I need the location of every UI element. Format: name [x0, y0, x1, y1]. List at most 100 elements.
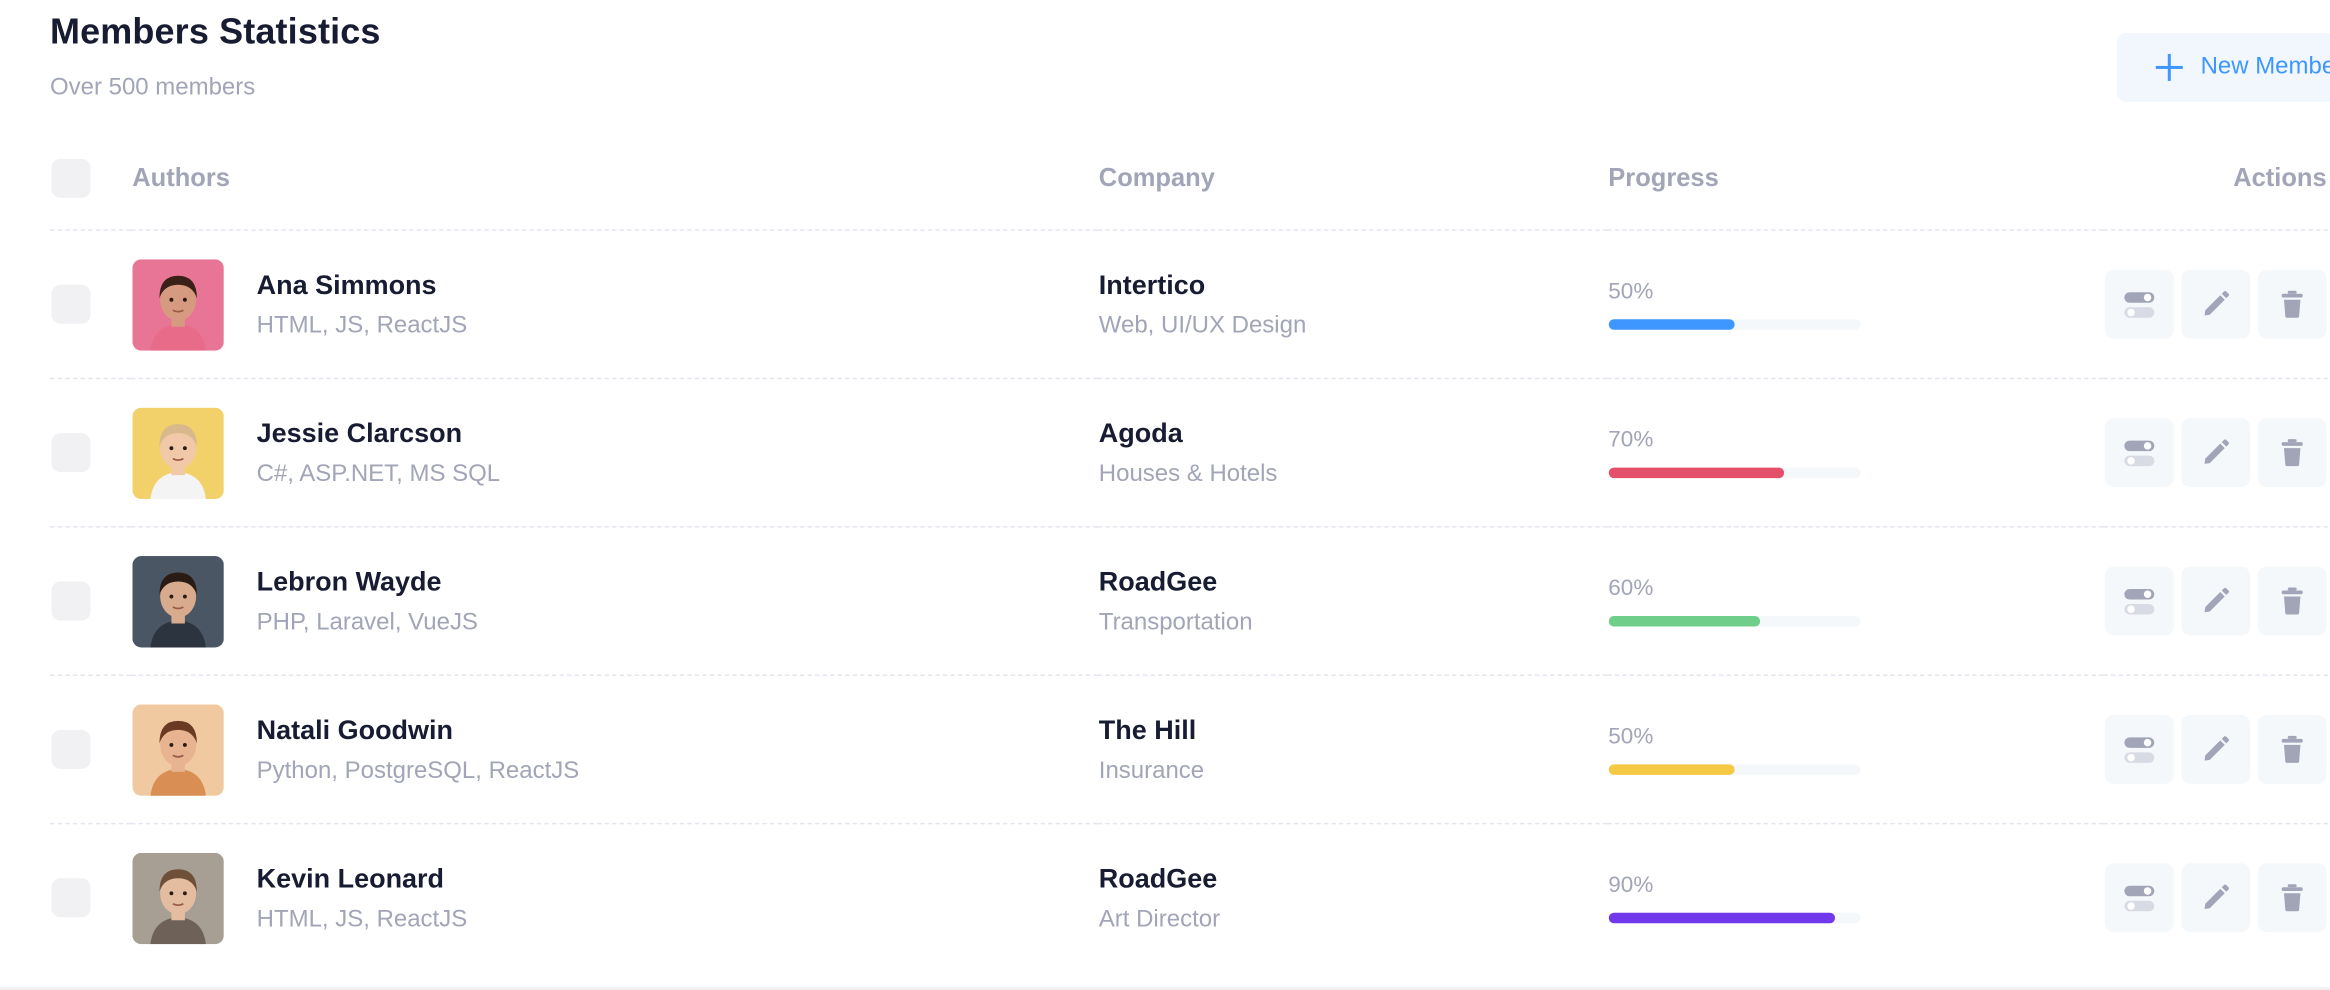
author-name[interactable]: Kevin Leonard: [257, 863, 468, 894]
avatar[interactable]: [132, 258, 224, 350]
toggle-icon: [2124, 885, 2155, 912]
progress-bar: [1608, 616, 1861, 627]
author-skills: HTML, JS, ReactJS: [256, 312, 468, 338]
pencil-icon: [2204, 884, 2230, 910]
title-block: Members Statistics Over 500 members: [50, 12, 381, 102]
card-header: Members Statistics Over 500 members New …: [50, 0, 2330, 126]
table-row: Jessie Clarcson C#, ASP.NET, MS SQL Agod…: [50, 378, 2329, 528]
author-cell: Natali Goodwin Python, PostgreSQL, React…: [132, 703, 1096, 796]
column-actions: Actions: [2103, 125, 2329, 231]
avatar-portrait: [132, 406, 224, 499]
author-cell: Kevin Leonard HTML, JS, ReactJS: [132, 852, 1096, 944]
row-checkbox[interactable]: [51, 878, 91, 918]
company-type: Houses & Hotels: [1098, 460, 1278, 487]
toggle-button[interactable]: [2104, 863, 2174, 933]
table-row: Kevin Leonard HTML, JS, ReactJS RoadGee …: [50, 824, 2328, 972]
progress-fill: [1608, 764, 1735, 775]
table-body: Ana Simmons HTML, JS, ReactJS Intertico …: [50, 230, 2329, 972]
new-member-button[interactable]: New Member: [2116, 32, 2330, 102]
delete-button[interactable]: [2257, 566, 2327, 636]
plus-icon: [2155, 53, 2183, 81]
author-name[interactable]: Ana Simmons: [257, 269, 468, 300]
company-type: Transportation: [1098, 609, 1253, 635]
progress-value: 50%: [1608, 723, 1654, 750]
progress-value: 90%: [1608, 872, 1654, 898]
delete-button[interactable]: [2257, 418, 2327, 488]
select-all-checkbox[interactable]: [51, 158, 91, 198]
progress-value: 70%: [1608, 427, 1654, 453]
company-name[interactable]: The Hill: [1099, 714, 1606, 745]
trash-icon: [2281, 290, 2303, 318]
delete-button[interactable]: [2257, 714, 2327, 784]
progress-bar: [1608, 912, 1861, 924]
edit-button[interactable]: [2181, 269, 2251, 339]
company-type: Web, UI/UX Design: [1098, 312, 1307, 338]
members-table: Authors Company Progress Actions Ana Sim…: [50, 125, 2329, 972]
delete-button[interactable]: [2257, 863, 2327, 933]
toggle-button[interactable]: [2104, 418, 2174, 488]
company-type: Insurance: [1098, 757, 1205, 784]
row-actions: [2104, 418, 2327, 488]
row-actions: [2104, 863, 2327, 933]
company-name[interactable]: RoadGee: [1099, 566, 1606, 597]
progress-fill: [1608, 319, 1735, 330]
column-company[interactable]: Company: [1097, 125, 1607, 231]
toggle-button[interactable]: [2104, 714, 2174, 784]
pencil-icon: [2204, 587, 2230, 613]
edit-button[interactable]: [2181, 863, 2251, 933]
company-type: Art Director: [1098, 906, 1221, 932]
progress-fill: [1608, 912, 1835, 924]
author-cell: Ana Simmons HTML, JS, ReactJS: [132, 258, 1096, 350]
table-row: Natali Goodwin Python, PostgreSQL, React…: [50, 675, 2329, 825]
card-content: Members Statistics Over 500 members New …: [50, 0, 2330, 971]
row-checkbox[interactable]: [51, 581, 91, 621]
table-row: Ana Simmons HTML, JS, ReactJS Intertico …: [50, 230, 2329, 380]
row-actions: [2104, 714, 2327, 784]
edit-button[interactable]: [2181, 714, 2251, 784]
avatar-portrait: [132, 852, 224, 944]
author-cell: Lebron Wayde PHP, Laravel, VueJS: [132, 555, 1096, 647]
members-card: Members Statistics Over 500 members New …: [0, 0, 2330, 990]
avatar[interactable]: [132, 703, 224, 796]
author-name[interactable]: Lebron Wayde: [257, 566, 478, 597]
author-name[interactable]: Jessie Clarcson: [257, 417, 500, 448]
page-subtitle: Over 500 members: [50, 74, 256, 101]
delete-button[interactable]: [2257, 269, 2327, 339]
avatar-portrait: [132, 555, 224, 647]
trash-icon: [2281, 735, 2303, 763]
avatar[interactable]: [132, 555, 224, 647]
author-name[interactable]: Natali Goodwin: [257, 714, 580, 745]
row-checkbox[interactable]: [51, 433, 91, 473]
progress-value: 60%: [1608, 575, 1654, 602]
table-row: Lebron Wayde PHP, Laravel, VueJS RoadGee…: [50, 526, 2329, 676]
progress-fill: [1608, 616, 1760, 627]
pencil-icon: [2204, 736, 2230, 761]
toggle-icon: [2124, 440, 2155, 467]
edit-button[interactable]: [2181, 418, 2251, 488]
author-skills: Python, PostgreSQL, ReactJS: [256, 757, 580, 784]
progress-bar: [1608, 467, 1861, 479]
toggle-button[interactable]: [2104, 566, 2174, 636]
author-skills: PHP, Laravel, VueJS: [256, 609, 478, 635]
author-skills: HTML, JS, ReactJS: [256, 906, 468, 932]
progress-bar: [1608, 319, 1861, 330]
avatar[interactable]: [132, 406, 224, 499]
trash-icon: [2281, 884, 2303, 912]
row-checkbox[interactable]: [51, 284, 91, 324]
edit-button[interactable]: [2181, 566, 2251, 636]
company-name[interactable]: Intertico: [1099, 269, 1606, 300]
page-title: Members Statistics: [50, 11, 381, 53]
toggle-button[interactable]: [2104, 269, 2174, 339]
company-name[interactable]: RoadGee: [1099, 863, 1606, 894]
row-checkbox[interactable]: [51, 729, 91, 769]
column-authors[interactable]: Authors: [130, 125, 1098, 231]
progress-bar: [1608, 764, 1861, 775]
select-all-cell: [50, 125, 131, 231]
row-actions: [2104, 269, 2327, 339]
progress-value: 50%: [1608, 278, 1654, 305]
column-progress[interactable]: Progress: [1606, 125, 2104, 231]
toggle-icon: [2124, 589, 2155, 615]
avatar[interactable]: [132, 852, 224, 944]
author-cell: Jessie Clarcson C#, ASP.NET, MS SQL: [132, 406, 1096, 499]
company-name[interactable]: Agoda: [1099, 417, 1606, 448]
